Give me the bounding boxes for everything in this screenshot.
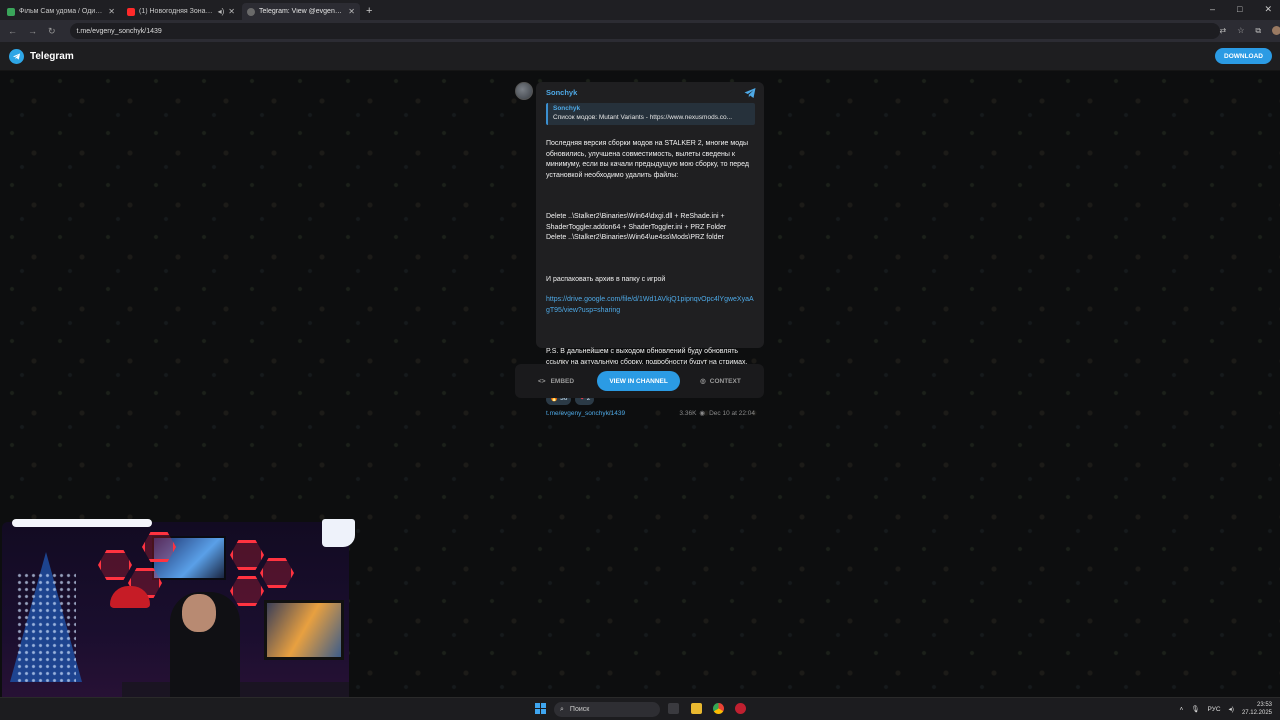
url-input[interactable]: t.me/evgeny_sonchyk/1439	[69, 23, 1220, 39]
taskbar-search[interactable]: ⌕ Поиск	[554, 702, 660, 717]
reply-author: Sonchyk	[553, 105, 581, 112]
taskbar: ⌕ Поиск ˄ 🎙 РУС ◂) 23:53 27.12.2025	[0, 697, 1280, 720]
message-bubble: Sonchyk Sonchyk Список модов: Mutant Var…	[536, 82, 764, 417]
minimize-button[interactable]: –	[1210, 4, 1215, 15]
code-icon: <>	[538, 377, 546, 385]
chevron-up-icon[interactable]: ˄	[1179, 706, 1183, 713]
hex-light	[98, 550, 132, 580]
youtube-icon	[127, 7, 135, 16]
new-tab-button[interactable]: +	[366, 5, 372, 17]
view-in-channel-button[interactable]: VIEW IN CHANNEL	[597, 371, 681, 391]
browser-tab-youtube[interactable]: (1) Новогодняя Зона в S.T... ◂) ✕	[122, 3, 240, 20]
webcam-overlay	[2, 522, 349, 718]
browser-tab-strip: Фільм Сам удома / Один вдо... ✕ (1) Ново…	[0, 0, 1280, 20]
drive-link[interactable]: https://drive.google.com/file/d/1Wd1AVkj…	[546, 295, 755, 316]
post-actions-bar: <> EMBED VIEW IN CHANNEL ◎ CONTEXT	[515, 364, 764, 398]
close-tab-icon[interactable]: ✕	[348, 7, 355, 16]
close-tab-icon[interactable]: ✕	[108, 7, 115, 16]
hex-light	[230, 540, 264, 570]
telegram-plane-icon[interactable]	[744, 87, 756, 99]
eye-icon: ◉	[699, 410, 706, 418]
mic-icon[interactable]: 🎙	[1191, 705, 1199, 713]
tree-lights	[16, 572, 76, 682]
speaker-icon: ◂)	[217, 7, 225, 16]
file-explorer-icon[interactable]	[691, 703, 702, 714]
site-favicon-icon	[7, 7, 15, 16]
clock[interactable]: 23:53 27.12.2025	[1242, 701, 1272, 717]
profile-avatar[interactable]	[1272, 26, 1280, 35]
embed-button[interactable]: <> EMBED	[538, 378, 574, 385]
embed-label: EMBED	[550, 377, 575, 385]
task-view-icon[interactable]	[668, 703, 679, 714]
language-indicator[interactable]: РУС	[1208, 706, 1221, 713]
chrome-icon[interactable]	[713, 703, 724, 714]
app-icon[interactable]	[735, 703, 746, 714]
bookmark-star-icon[interactable]: ☆	[1237, 26, 1244, 36]
telegram-brand[interactable]: Telegram	[30, 51, 74, 62]
message-paragraph: Последняя версия сборки модов на STALKER…	[546, 140, 749, 179]
channel-avatar[interactable]	[515, 82, 533, 100]
tab-title: (1) Новогодняя Зона в S.T...	[139, 8, 214, 15]
message-paragraph: Delete ..\Stalker2\Binaries\Win64\dxgi.d…	[546, 213, 727, 242]
forward-icon[interactable]: →	[28, 26, 37, 37]
windows-start-icon[interactable]	[535, 703, 546, 714]
reply-text: Список модов: Mutant Variants - https://…	[553, 114, 733, 121]
tab-title: Фільм Сам удома / Один вдо...	[19, 8, 104, 15]
nav-buttons: ← → ↻	[8, 26, 56, 37]
context-button[interactable]: ◎ CONTEXT	[700, 377, 741, 386]
message-text: Последняя версия сборки модов на STALKER…	[546, 129, 755, 389]
hex-light	[260, 558, 294, 588]
message-paragraph: И распаковать архив в папку с игрой	[546, 275, 666, 283]
maximize-button[interactable]: □	[1237, 4, 1242, 15]
snow-decoration	[322, 519, 355, 547]
snow-decoration	[12, 519, 152, 527]
post-link[interactable]: t.me/evgeny_sonchyk/1439	[546, 409, 625, 419]
monitor	[264, 600, 344, 660]
close-tab-icon[interactable]: ✕	[228, 7, 235, 16]
reload-icon[interactable]: ↻	[48, 26, 56, 37]
search-placeholder: Поиск	[569, 706, 590, 713]
view-count: 3.36K	[679, 410, 697, 418]
context-label: CONTEXT	[709, 377, 741, 385]
system-tray: ˄ 🎙 РУС ◂) 23:53 27.12.2025	[1179, 701, 1272, 717]
back-icon[interactable]: ←	[8, 26, 17, 37]
clock-date: 27.12.2025	[1241, 710, 1272, 716]
download-button[interactable]: DOWNLOAD	[1215, 48, 1272, 64]
browser-tab-telegram[interactable]: Telegram: View @evgeny_sonc... ✕	[242, 3, 360, 20]
hex-light	[230, 576, 264, 606]
translate-icon[interactable]: ⇄	[1220, 26, 1227, 36]
reply-quote[interactable]: Sonchyk Список модов: Mutant Variants - …	[546, 103, 755, 125]
tab-title: Telegram: View @evgeny_sonc...	[259, 8, 344, 15]
streamer-head	[182, 594, 216, 632]
telegram-header: Telegram DOWNLOAD	[0, 42, 1280, 71]
telegram-logo-icon[interactable]	[9, 48, 24, 64]
url-text: t.me/evgeny_sonchyk/1439	[76, 27, 162, 35]
globe-icon: ◎	[700, 378, 706, 385]
post-date: Dec 10 at 22:04	[709, 410, 755, 418]
volume-icon[interactable]: ◂)	[1229, 705, 1234, 713]
clock-time: 23:53	[1256, 702, 1272, 708]
browser-tab-movie[interactable]: Фільм Сам удома / Один вдо... ✕	[2, 3, 120, 20]
browser-toolbar: ⇄ ☆ ⧉ ⋮	[1220, 26, 1280, 36]
message-footer: t.me/evgeny_sonchyk/1439 3.36K ◉ Dec 10 …	[546, 409, 755, 419]
globe-icon	[247, 7, 255, 16]
window-controls: – □ ✕	[1210, 4, 1272, 15]
address-bar-row: ← → ↻ t.me/evgeny_sonchyk/1439 ⇄ ☆ ⧉ ⋮	[0, 20, 1280, 42]
search-icon: ⌕	[560, 705, 564, 713]
close-window-button[interactable]: ✕	[1264, 4, 1272, 15]
channel-name[interactable]: Sonchyk	[546, 88, 755, 100]
extensions-icon[interactable]: ⧉	[1255, 26, 1261, 36]
